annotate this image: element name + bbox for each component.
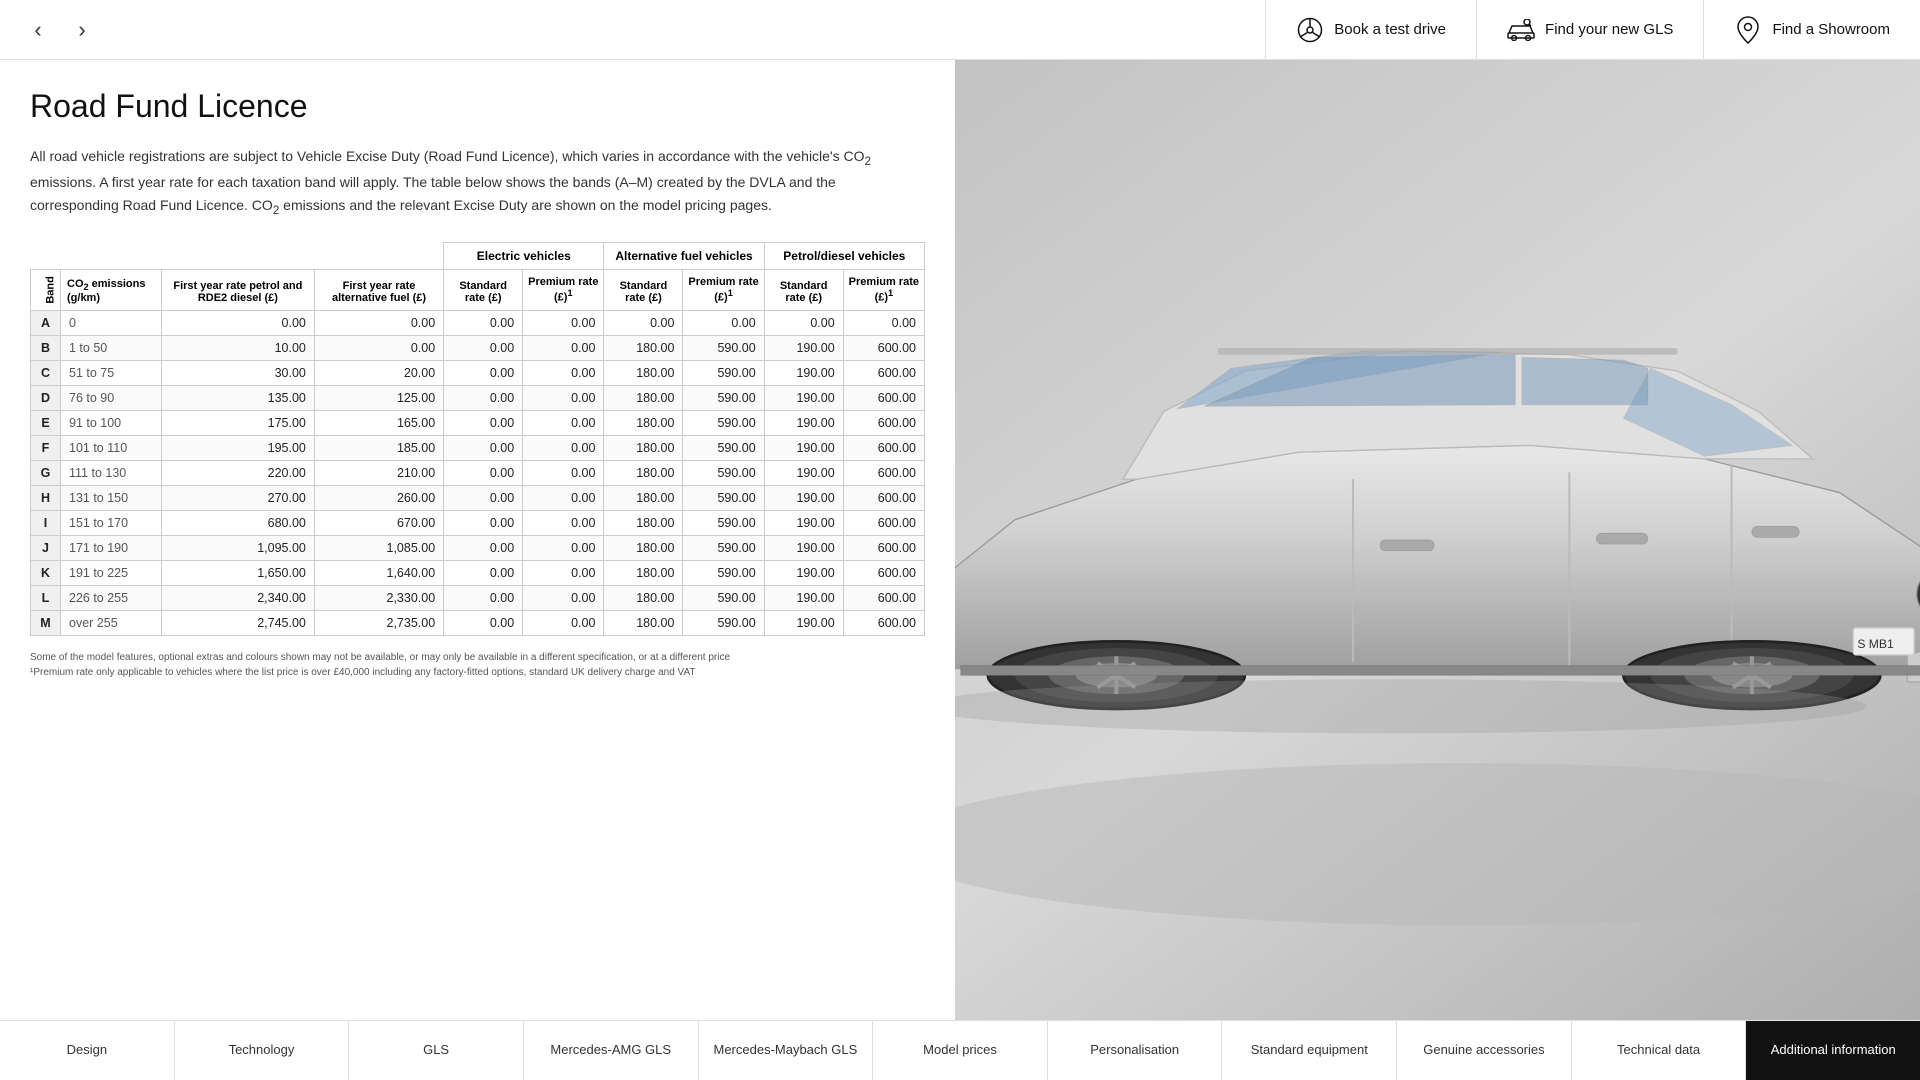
afv-standard-col-header: Standard rate (£) <box>604 270 683 311</box>
table-row: D76 to 90135.00125.000.000.00180.00590.0… <box>31 385 925 410</box>
car-image: S MB1 <box>955 60 1920 1020</box>
left-panel: Road Fund Licence All road vehicle regis… <box>0 60 955 1020</box>
first-year-alt-spacer <box>314 243 443 270</box>
group-header-row: Electric vehicles Alternative fuel vehic… <box>31 243 925 270</box>
page-title: Road Fund Licence <box>30 88 925 125</box>
next-arrow[interactable]: › <box>64 12 100 48</box>
road-fund-table: Electric vehicles Alternative fuel vehic… <box>30 242 925 636</box>
footnotes: Some of the model features, optional ext… <box>30 650 925 680</box>
table-row: I151 to 170680.00670.000.000.00180.00590… <box>31 510 925 535</box>
location-pin-icon <box>1734 16 1762 44</box>
prev-arrow[interactable]: ‹ <box>20 12 56 48</box>
steering-wheel-icon <box>1296 16 1324 44</box>
afv-premium-col-header: Premium rate (£)1 <box>683 270 764 311</box>
table-row: Mover 2552,745.002,735.000.000.00180.005… <box>31 610 925 635</box>
main-content: Road Fund Licence All road vehicle regis… <box>0 60 1920 1020</box>
header-actions: Book a test drive Find your new GLS <box>1265 0 1920 60</box>
co2-col-header: CO2 emissions (g/km) <box>61 270 162 311</box>
pdv-standard-col-header: Standard rate (£) <box>764 270 843 311</box>
table-row: G111 to 130220.00210.000.000.00180.00590… <box>31 460 925 485</box>
ev-group-header: Electric vehicles <box>444 243 604 270</box>
table-row: K191 to 2251,650.001,640.000.000.00180.0… <box>31 560 925 585</box>
pdv-premium-col-header: Premium rate (£)1 <box>843 270 924 311</box>
band-spacer <box>31 243 61 270</box>
first-year-petrol-col-header: First year rate petrol and RDE2 diesel (… <box>161 270 314 311</box>
table-body: A00.000.000.000.000.000.000.000.00B1 to … <box>31 310 925 635</box>
afv-group-header: Alternative fuel vehicles <box>604 243 764 270</box>
co2-spacer <box>61 243 162 270</box>
bottom-nav: DesignTechnologyGLSMercedes-AMG GLSMerce… <box>0 1020 1920 1080</box>
right-panel: S MB1 <box>955 60 1920 1020</box>
bottom-nav-item[interactable]: Mercedes-Maybach GLS <box>699 1021 874 1080</box>
ev-standard-col-header: Standard rate (£) <box>444 270 523 311</box>
bottom-nav-item[interactable]: Mercedes-AMG GLS <box>524 1021 699 1080</box>
band-col-header: Band <box>31 270 61 311</box>
pdv-group-header: Petrol/diesel vehicles <box>764 243 924 270</box>
first-year-alt-col-header: First year rate alternative fuel (£) <box>314 270 443 311</box>
table-row: E91 to 100175.00165.000.000.00180.00590.… <box>31 410 925 435</box>
bottom-nav-item[interactable]: Technology <box>175 1021 350 1080</box>
table-row: H131 to 150270.00260.000.000.00180.00590… <box>31 485 925 510</box>
footnote-line2: ¹Premium rate only applicable to vehicle… <box>30 665 925 680</box>
bottom-nav-item[interactable]: Personalisation <box>1048 1021 1223 1080</box>
table-row: L226 to 2552,340.002,330.000.000.00180.0… <box>31 585 925 610</box>
bottom-nav-item[interactable]: Genuine accessories <box>1397 1021 1572 1080</box>
footnote-line1: Some of the model features, optional ext… <box>30 650 925 665</box>
find-showroom-link[interactable]: Find a Showroom <box>1703 0 1920 60</box>
description: All road vehicle registrations are subje… <box>30 145 925 220</box>
table-row: F101 to 110195.00185.000.000.00180.00590… <box>31 435 925 460</box>
table-row: B1 to 5010.000.000.000.00180.00590.00190… <box>31 335 925 360</box>
find-new-gls-link[interactable]: Find your new GLS <box>1476 0 1703 60</box>
first-year-petrol-spacer <box>161 243 314 270</box>
book-test-drive-label: Book a test drive <box>1334 21 1446 38</box>
ev-premium-col-header: Premium rate (£)1 <box>523 270 604 311</box>
table-row: C51 to 7530.0020.000.000.00180.00590.001… <box>31 360 925 385</box>
bottom-nav-item[interactable]: GLS <box>349 1021 524 1080</box>
bottom-nav-item[interactable]: Standard equipment <box>1222 1021 1397 1080</box>
nav-arrows: ‹ › <box>0 12 120 48</box>
book-test-drive-link[interactable]: Book a test drive <box>1265 0 1476 60</box>
table-row: J171 to 1901,095.001,085.000.000.00180.0… <box>31 535 925 560</box>
car-search-icon <box>1507 16 1535 44</box>
bottom-nav-item[interactable]: Additional information <box>1746 1021 1920 1080</box>
bottom-nav-item[interactable]: Design <box>0 1021 175 1080</box>
col-header-row: Band CO2 emissions (g/km) First year rat… <box>31 270 925 311</box>
find-showroom-label: Find a Showroom <box>1772 21 1890 38</box>
svg-text:S MB1: S MB1 <box>1857 637 1894 651</box>
table-wrapper: Electric vehicles Alternative fuel vehic… <box>30 242 925 636</box>
bottom-nav-item[interactable]: Technical data <box>1572 1021 1747 1080</box>
header: ‹ › Book a test drive <box>0 0 1920 60</box>
table-row: A00.000.000.000.000.000.000.000.00 <box>31 310 925 335</box>
find-new-gls-label: Find your new GLS <box>1545 21 1673 38</box>
bottom-nav-item[interactable]: Model prices <box>873 1021 1048 1080</box>
